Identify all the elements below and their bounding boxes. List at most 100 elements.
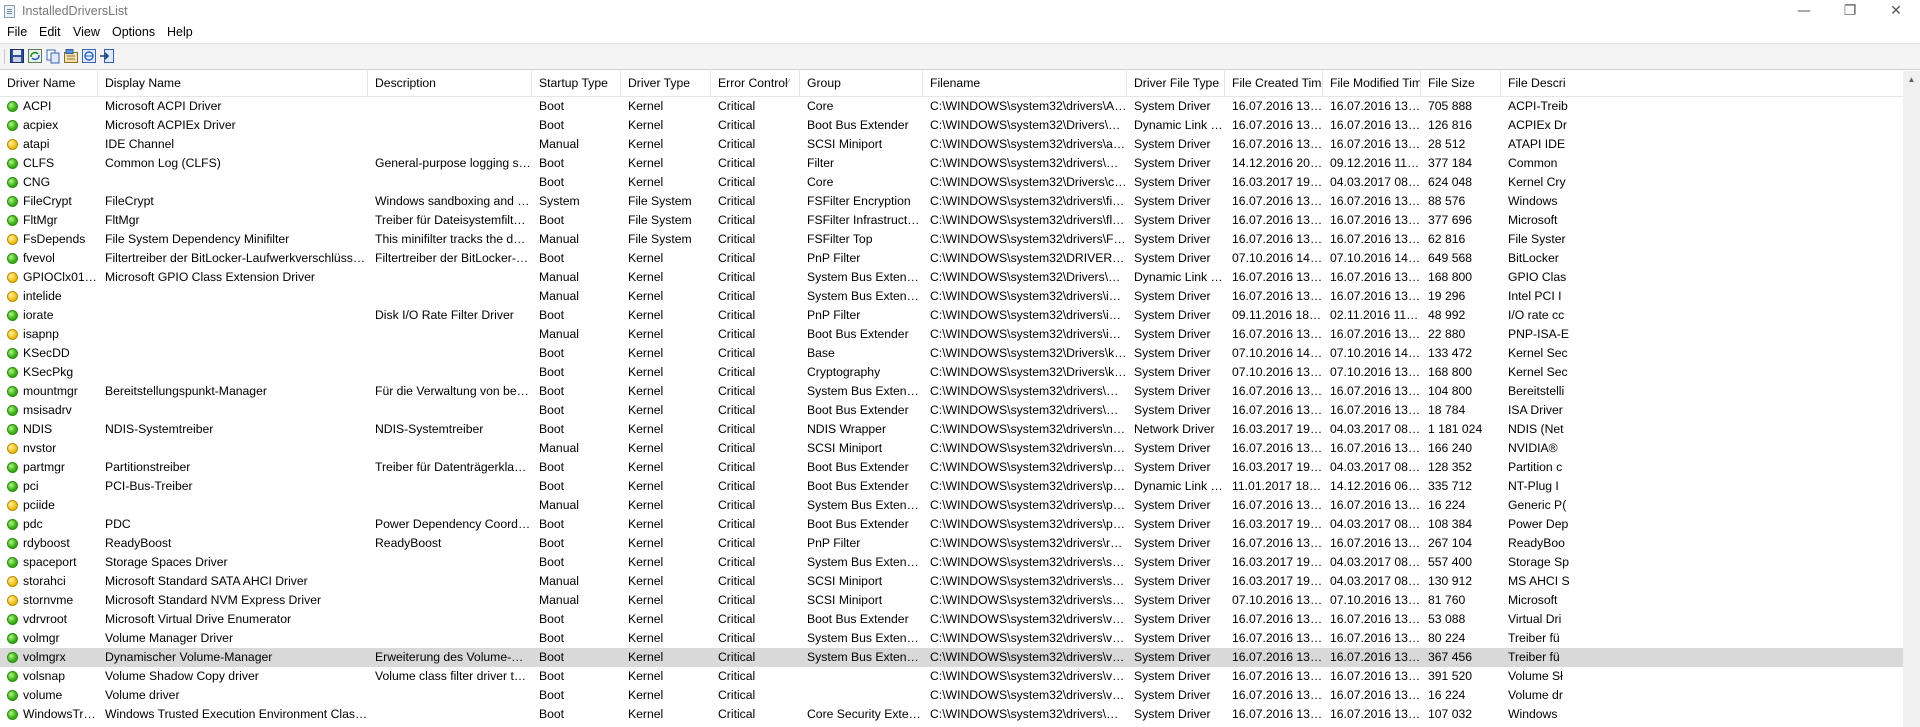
column-header-startup-type[interactable]: Startup Type: [532, 71, 621, 96]
cell-error-control: Critical: [718, 251, 756, 265]
cell-startup-type: Boot: [539, 631, 565, 645]
driver-stopped-icon: [7, 139, 18, 150]
cell-file-modified-time: 16.07.2016 13:41:53: [1330, 289, 1421, 303]
table-row[interactable]: pci PCI-Bus-Treiber Boot Kernel Critical Boot…: [0, 477, 1920, 496]
cell-file-modified-time: 16.07.2016 13:41:53: [1330, 99, 1421, 113]
properties-icon[interactable]: [63, 48, 79, 65]
table-row[interactable]: FltMgr FltMgr Treiber für Dateisystemfilte…: [0, 211, 1920, 230]
column-header-file-modified-time[interactable]: File Modified Time: [1323, 71, 1421, 96]
html-report-icon[interactable]: [81, 48, 97, 65]
drivers-list[interactable]: Driver Name Display Name Description Startu…: [0, 71, 1920, 727]
cell-display-name: Microsoft GPIO Class Extension Driver: [105, 270, 315, 284]
table-row[interactable]: volsnap Volume Shadow Copy driver Volume c…: [0, 667, 1920, 686]
table-row[interactable]: mountmgr Bereitstellungspunkt-Manager Für …: [0, 382, 1920, 401]
table-row[interactable]: KSecDD Boot Kernel Critical Base C:\WINDOWS\s…: [0, 344, 1920, 363]
column-header-file-size[interactable]: File Size: [1421, 71, 1501, 96]
menu-help[interactable]: Help: [167, 25, 193, 39]
table-row[interactable]: rdyboost ReadyBoost ReadyBoost Boot Kernel Cr…: [0, 534, 1920, 553]
cell-file-modified-time: 16.07.2016 13:42:36: [1330, 232, 1421, 246]
menu-edit[interactable]: Edit: [39, 25, 61, 39]
table-row[interactable]: intelide Manual Kernel Critical System Bus E…: [0, 287, 1920, 306]
cell-driver-file-type: System Driver: [1134, 574, 1211, 588]
menu-options[interactable]: Options: [112, 25, 155, 39]
driver-stopped-icon: [7, 595, 18, 606]
column-header-group[interactable]: Group: [800, 71, 923, 96]
table-row[interactable]: spaceport Storage Spaces Driver Boot Kernel…: [0, 553, 1920, 572]
table-row[interactable]: KSecPkg Boot Kernel Critical Cryptography C:\…: [0, 363, 1920, 382]
driver-running-icon: [7, 614, 18, 625]
cell-error-control: Critical: [718, 137, 756, 151]
cell-description: [368, 401, 532, 420]
cell-group: Filter: [807, 156, 835, 170]
table-row[interactable]: atapi IDE Channel Manual Kernel Critical SCSI…: [0, 135, 1920, 154]
column-header-display-name[interactable]: Display Name: [98, 71, 368, 96]
table-row[interactable]: fvevol Filtertreiber der BitLocker-Laufwe…: [0, 249, 1920, 268]
table-row[interactable]: NDIS NDIS-Systemtreiber NDIS-Systemtreiber…: [0, 420, 1920, 439]
cell-error-control: Critical: [718, 460, 756, 474]
scroll-up-arrow-icon[interactable]: ▲: [1903, 71, 1920, 88]
table-row[interactable]: iorate Disk I/O Rate Filter Driver Boot Ker…: [0, 306, 1920, 325]
driver-stopped-icon: [7, 272, 18, 283]
table-row[interactable]: FileCrypt FileCrypt Windows sandboxing and…: [0, 192, 1920, 211]
column-header-driver-name[interactable]: Driver Name: [0, 71, 98, 96]
cell-description: [368, 268, 532, 287]
table-row[interactable]: pciide Manual Kernel Critical System Bus Ext…: [0, 496, 1920, 515]
cell-display-name: Microsoft ACPIEx Driver: [105, 118, 236, 132]
copy-icon[interactable]: [45, 48, 61, 65]
table-row[interactable]: msisadrv Boot Kernel Critical Boot Bus Exten…: [0, 401, 1920, 420]
refresh-icon[interactable]: [27, 48, 43, 65]
cell-group: System Bus Extender: [807, 270, 923, 284]
driver-running-icon: [7, 424, 18, 435]
cell-error-control: Critical: [718, 346, 756, 360]
cell-driver-type: Kernel: [628, 669, 664, 683]
restore-button[interactable]: ❐: [1827, 0, 1873, 24]
column-header-label: Display Name: [105, 76, 181, 90]
cell-file-modified-time: 07.10.2016 14:00:00: [1330, 346, 1421, 360]
table-row[interactable]: GPIOClx0101 Microsoft GPIO Class Extensio…: [0, 268, 1920, 287]
cell-driver-file-type: System Driver: [1134, 99, 1211, 113]
column-header-driver-file-type[interactable]: Driver File Type: [1127, 71, 1225, 96]
cell-startup-type: Boot: [539, 707, 565, 721]
column-header-file-created-time[interactable]: File Created Time: [1225, 71, 1323, 96]
table-row[interactable]: WindowsTruste...Windows Trusted Executio…: [0, 705, 1920, 724]
table-row[interactable]: ACPI Microsoft ACPI Driver Boot Kernel Criti…: [0, 97, 1920, 116]
table-row[interactable]: volmgrx Dynamischer Volume-Manager Erweite…: [0, 648, 1920, 667]
cell-file-size: 81 760: [1428, 593, 1466, 607]
table-row[interactable]: vdrvroot Microsoft Virtual Drive Enumerat…: [0, 610, 1920, 629]
vertical-scrollbar[interactable]: ▲: [1903, 71, 1920, 727]
column-header-description[interactable]: Description: [368, 71, 532, 96]
column-header-filename[interactable]: Filename: [923, 71, 1127, 96]
menu-file[interactable]: File: [7, 25, 27, 39]
table-row[interactable]: CLFS Common Log (CLFS) General-purpose log…: [0, 154, 1920, 173]
table-row[interactable]: partmgr Partitionstreiber Treiber für Date…: [0, 458, 1920, 477]
column-header-error-control[interactable]: Error Control ⁄: [711, 71, 800, 96]
cell-file-size: 128 352: [1428, 460, 1473, 474]
column-header-driver-type[interactable]: Driver Type: [621, 71, 711, 96]
column-header-file-description[interactable]: File Descri: [1501, 71, 1920, 96]
table-row[interactable]: CNG Boot Kernel Critical Core C:\WINDOWS\syst…: [0, 173, 1920, 192]
table-row[interactable]: pdcPDCPower Dependency Coordinator-...Bo…: [0, 515, 1920, 534]
cell-filename: C:\WINDOWS\system32\drivers\spaceport...…: [930, 555, 1127, 569]
cell-file-size: 705 888: [1428, 99, 1473, 113]
table-row[interactable]: storahci Microsoft Standard SATA AHCI Dri…: [0, 572, 1920, 591]
table-row[interactable]: stornvme Microsoft Standard NVM Express D…: [0, 591, 1920, 610]
close-button[interactable]: ✕: [1873, 0, 1919, 24]
cell-display-name: [98, 287, 368, 306]
cell-display-name: File System Dependency Minifilter: [105, 232, 290, 246]
table-row[interactable]: acpiex Microsoft ACPIEx Driver Boot Kernel C…: [0, 116, 1920, 135]
table-row[interactable]: isapnp Manual Kernel Critical Boot Bus Exten…: [0, 325, 1920, 344]
cell-display-name: Bereitstellungspunkt-Manager: [105, 384, 267, 398]
exit-icon[interactable]: [99, 48, 115, 65]
table-row[interactable]: volmgr Volume Manager Driver Boot Kernel Cri…: [0, 629, 1920, 648]
driver-stopped-icon: [7, 576, 18, 587]
table-row[interactable]: nvstor Manual Kernel Critical SCSI Miniport C…: [0, 439, 1920, 458]
cell-group: [800, 686, 923, 705]
cell-driver-type: Kernel: [628, 308, 664, 322]
table-row[interactable]: volume Volume driver Boot Kernel Critical C:\…: [0, 686, 1920, 705]
cell-filename: C:\WINDOWS\system32\Drivers\acpiex.sys: [930, 118, 1127, 132]
cell-display-name: [98, 363, 368, 382]
save-icon[interactable]: [9, 48, 25, 65]
table-row[interactable]: FsDepends File System Dependency Minifilt…: [0, 230, 1920, 249]
minimize-button[interactable]: —: [1781, 0, 1827, 24]
menu-view[interactable]: View: [73, 25, 100, 39]
